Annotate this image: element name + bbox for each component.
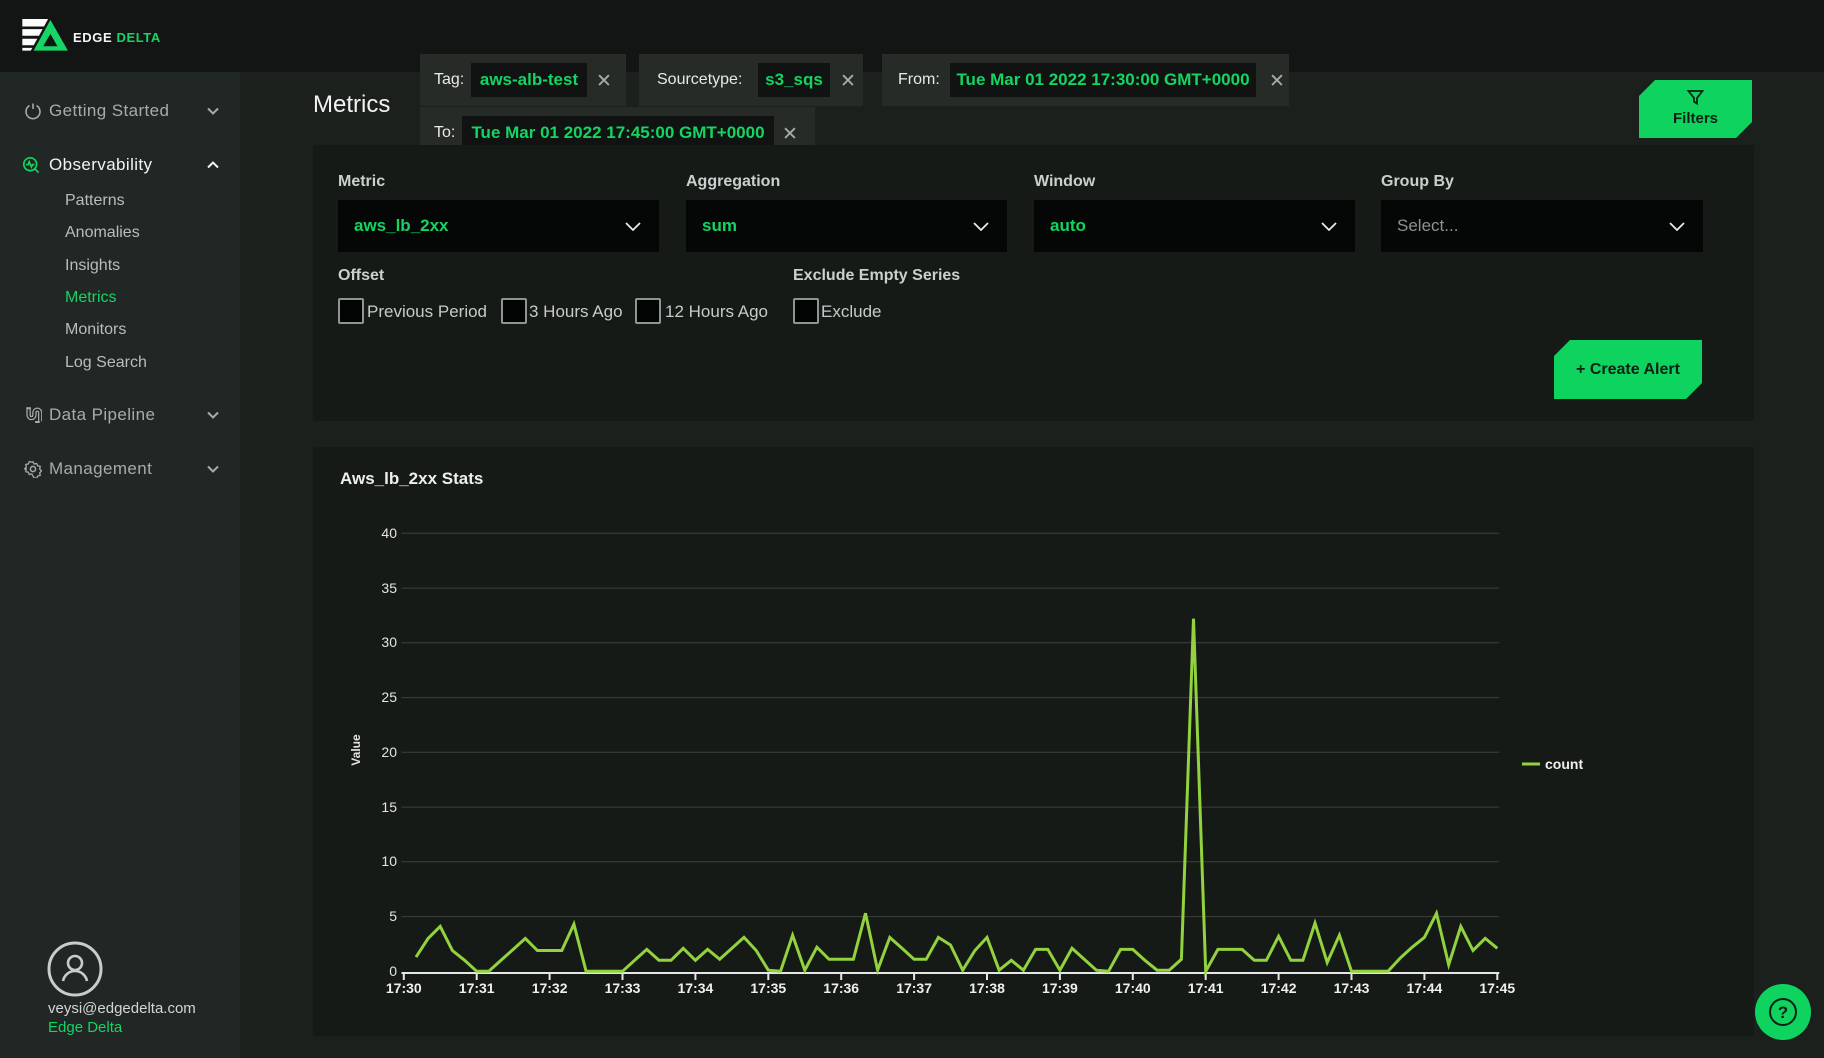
svg-text:15: 15 [381,799,397,815]
svg-text:count: count [1545,756,1583,772]
svg-text:40: 40 [381,525,397,541]
svg-text:17:40: 17:40 [1115,980,1151,996]
svg-text:17:37: 17:37 [896,980,932,996]
svg-text:10: 10 [381,853,397,869]
svg-text:17:39: 17:39 [1042,980,1078,996]
svg-text:Value: Value [349,734,363,766]
svg-text:5: 5 [389,908,397,924]
svg-text:17:43: 17:43 [1334,980,1370,996]
svg-text:20: 20 [381,744,397,760]
svg-text:17:41: 17:41 [1188,980,1224,996]
svg-text:0: 0 [389,963,397,979]
svg-text:17:44: 17:44 [1406,980,1442,996]
svg-text:17:31: 17:31 [459,980,495,996]
svg-text:17:30: 17:30 [386,980,422,996]
svg-text:17:45: 17:45 [1479,980,1515,996]
svg-text:17:35: 17:35 [750,980,786,996]
svg-text:17:36: 17:36 [823,980,859,996]
svg-text:17:32: 17:32 [532,980,568,996]
svg-text:25: 25 [381,689,397,705]
svg-text:35: 35 [381,580,397,596]
svg-text:17:33: 17:33 [605,980,641,996]
svg-text:17:38: 17:38 [969,980,1005,996]
svg-text:?: ? [1778,1003,1788,1022]
svg-text:17:42: 17:42 [1261,980,1297,996]
svg-text:17:34: 17:34 [677,980,713,996]
svg-text:30: 30 [381,634,397,650]
